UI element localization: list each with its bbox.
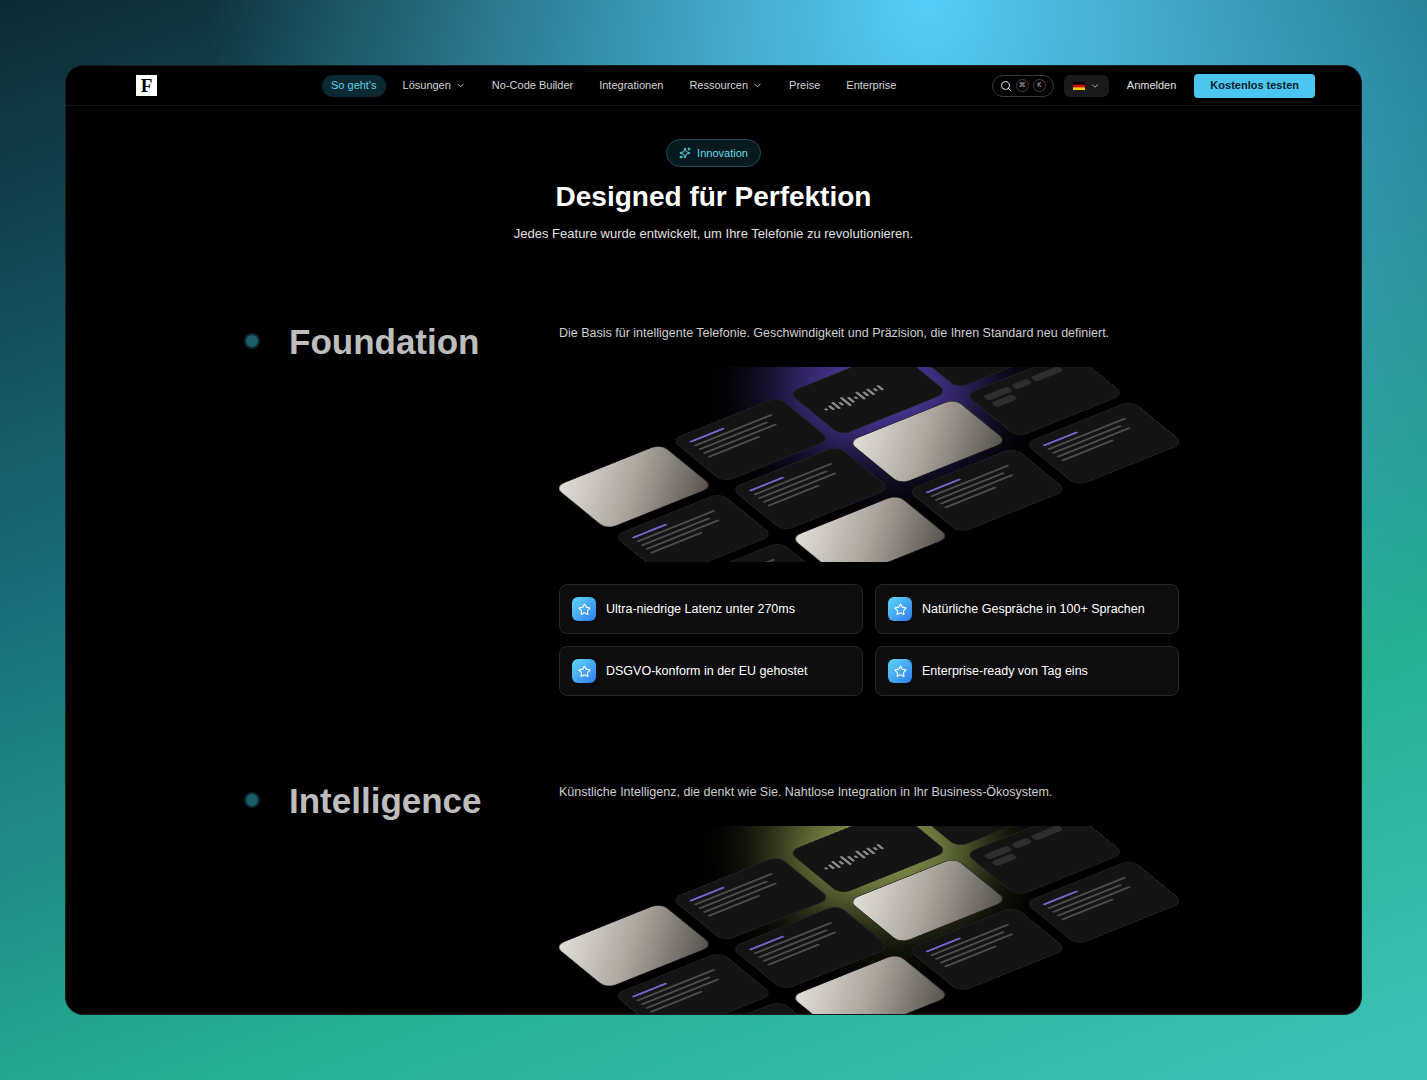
section-body: Die Basis für intelligente Telefonie. Ge… <box>559 322 1179 696</box>
feature-grid: Ultra-niedrige Latenz unter 270ms Natürli… <box>559 584 1179 696</box>
login-link[interactable]: Anmelden <box>1127 77 1177 94</box>
main-nav: So geht's Lösungen No-Code Builder Integrat… <box>322 75 905 97</box>
star-badge-icon <box>572 659 596 683</box>
browser-frame: F So geht's Lösungen No-Code Builder Integra… <box>65 65 1362 1015</box>
feature-label: Natürliche Gespräche in 100+ Sprachen <box>922 600 1145 619</box>
hero-subtitle: Jedes Feature wurde entwickelt, um Ihre … <box>514 226 913 242</box>
star-badge-icon <box>888 659 912 683</box>
nav-item[interactable]: So geht's <box>322 75 386 97</box>
hero-badge: Innovation <box>666 139 761 167</box>
feature-card: Natürliche Gespräche in 100+ Sprachen <box>875 584 1179 634</box>
illustration-grid <box>559 826 1179 1015</box>
section-title: Intelligence <box>289 781 482 821</box>
feature-section: Foundation Die Basis für intelligente Tel… <box>66 322 1361 696</box>
nav-item[interactable]: Enterprise <box>837 75 905 97</box>
cta-button[interactable]: Kostenlos testen <box>1194 74 1315 98</box>
hero: Innovation Designed für Perfektion Jedes F… <box>66 106 1361 242</box>
nav-actions: ⌘KAnmeldenKostenlos testen <box>992 74 1315 98</box>
chevron-down-icon <box>752 80 763 91</box>
feature-card: DSGVO-konform in der EU gehostet <box>559 646 863 696</box>
hero-title: Designed für Perfektion <box>556 180 872 214</box>
language-select[interactable] <box>1064 75 1109 97</box>
section-dot <box>246 794 258 806</box>
nav-item[interactable]: Integrationen <box>590 75 672 97</box>
illustration-grid <box>559 367 1179 562</box>
shortcut-key: K <box>1033 79 1046 92</box>
section-label: Intelligence <box>246 781 559 1015</box>
nav-item[interactable]: Ressourcen <box>680 75 772 97</box>
section-dot <box>246 335 258 347</box>
chevron-down-icon <box>455 80 466 91</box>
search-icon <box>1000 80 1012 92</box>
feature-section: Intelligence Künstliche Intelligenz, die … <box>66 781 1361 1015</box>
section-description: Die Basis für intelligente Telefonie. Ge… <box>559 324 1179 342</box>
nav-item[interactable]: No-Code Builder <box>483 75 582 97</box>
section-title: Foundation <box>289 322 480 362</box>
page: F So geht's Lösungen No-Code Builder Integra… <box>0 0 1427 1080</box>
feature-card: Ultra-niedrige Latenz unter 270ms <box>559 584 863 634</box>
chevron-down-icon <box>1090 81 1100 91</box>
feature-label: DSGVO-konform in der EU gehostet <box>606 662 807 681</box>
german-flag-icon <box>1073 82 1085 90</box>
nav-item[interactable]: Lösungen <box>394 75 475 97</box>
sparkles-icon <box>679 147 691 159</box>
search-button[interactable]: ⌘K <box>992 75 1054 97</box>
navbar: F So geht's Lösungen No-Code Builder Integra… <box>66 66 1361 106</box>
shortcut-key: ⌘ <box>1016 79 1029 92</box>
section-body: Künstliche Intelligenz, die denkt wie Si… <box>559 781 1179 1015</box>
logo[interactable]: F <box>136 75 157 96</box>
nav-item[interactable]: Preise <box>780 75 829 97</box>
feature-illustration <box>559 367 1179 562</box>
star-badge-icon <box>888 597 912 621</box>
feature-label: Ultra-niedrige Latenz unter 270ms <box>606 600 795 619</box>
section-label: Foundation <box>246 322 559 696</box>
feature-illustration <box>559 826 1179 1015</box>
feature-card: Enterprise-ready von Tag eins <box>875 646 1179 696</box>
star-badge-icon <box>572 597 596 621</box>
section-description: Künstliche Intelligenz, die denkt wie Si… <box>559 783 1179 801</box>
feature-label: Enterprise-ready von Tag eins <box>922 662 1088 681</box>
